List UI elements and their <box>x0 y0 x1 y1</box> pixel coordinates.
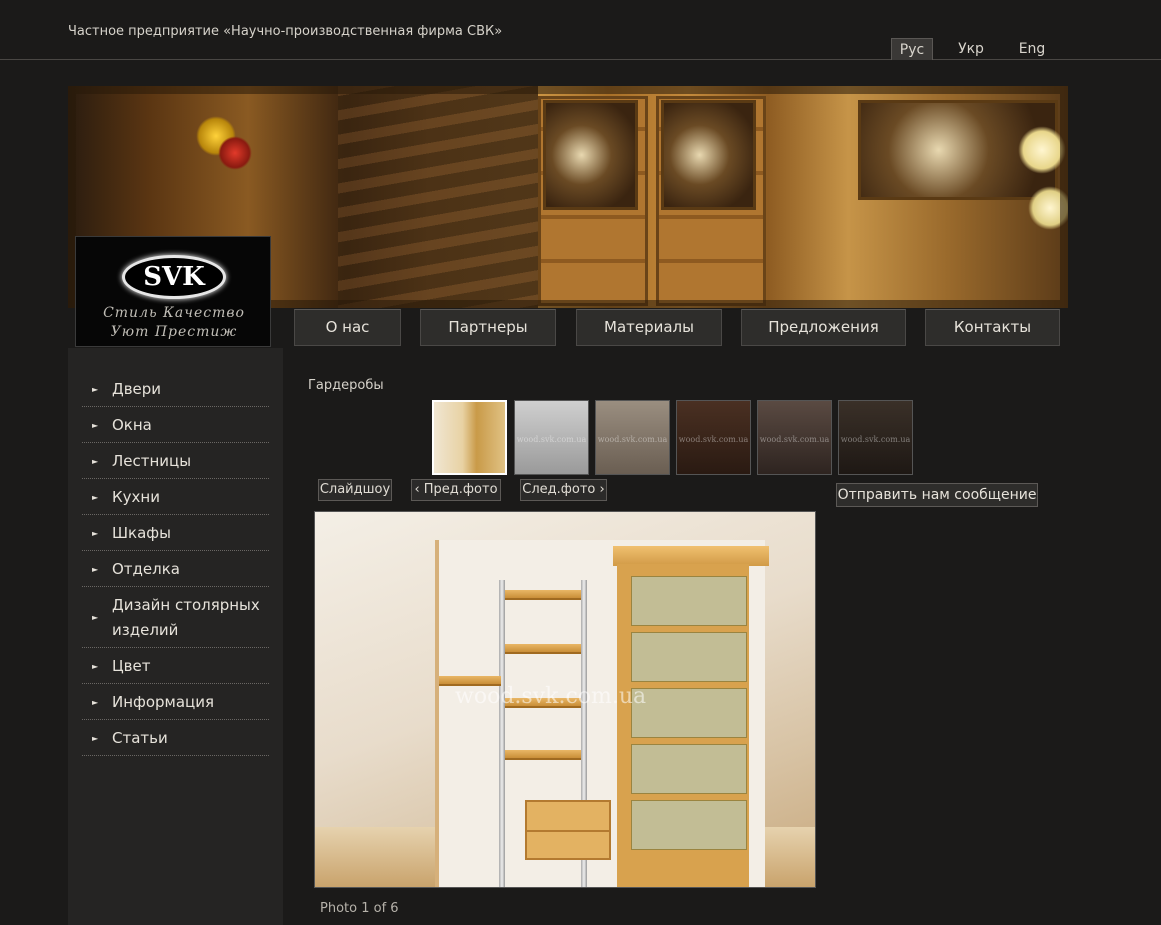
bullet-icon: ► <box>92 421 99 430</box>
photo-shelf <box>505 590 581 600</box>
prev-photo-button[interactable]: ‹ Пред.фото <box>411 479 501 501</box>
thumbnail-1[interactable] <box>432 400 507 475</box>
sidebar-item-label: Шкафы <box>112 524 171 542</box>
photo-counter: Photo 1 of 6 <box>320 901 399 916</box>
thumbnail-watermark: wood.svk.com.ua <box>597 435 668 444</box>
bullet-icon: ► <box>92 457 99 466</box>
bullet-icon: ► <box>92 493 99 502</box>
sidebar-item-label: Статьи <box>112 729 168 747</box>
sidebar-item-information[interactable]: ► Информация <box>82 688 269 720</box>
sidebar-item-color[interactable]: ► Цвет <box>82 652 269 684</box>
sidebar-item-windows[interactable]: ► Окна <box>82 411 269 443</box>
nav-offers[interactable]: Предложения <box>741 309 906 346</box>
sidebar-item-wardrobes[interactable]: ► Шкафы <box>82 519 269 551</box>
photo-door-beam <box>613 546 769 566</box>
slideshow-button[interactable]: Слайдшоу <box>318 479 392 501</box>
sidebar-item-label: Отделка <box>112 560 180 578</box>
send-message-button[interactable]: Отправить нам сообщение <box>836 483 1038 507</box>
thumbnail-watermark: wood.svk.com.ua <box>840 435 911 444</box>
nav-about[interactable]: О нас <box>294 309 401 346</box>
bullet-icon: ► <box>92 385 99 394</box>
lang-uk[interactable]: Укр <box>950 38 992 60</box>
nav-partners[interactable]: Партнеры <box>420 309 556 346</box>
thumbnail-4[interactable]: wood.svk.com.ua <box>676 400 751 475</box>
sidebar-item-stairs[interactable]: ► Лестницы <box>82 447 269 479</box>
thumbnail-3[interactable]: wood.svk.com.ua <box>595 400 670 475</box>
photo-drawers <box>525 800 611 860</box>
photo-rail <box>499 580 505 887</box>
thumbnail-watermark: wood.svk.com.ua <box>759 435 830 444</box>
lang-ru[interactable]: Рус <box>891 38 933 60</box>
sidebar-item-finishing[interactable]: ► Отделка <box>82 555 269 587</box>
thumbnail-2[interactable]: wood.svk.com.ua <box>514 400 589 475</box>
sidebar-item-label: Окна <box>112 416 152 434</box>
bullet-icon: ► <box>92 662 99 671</box>
bullet-icon: ► <box>92 529 99 538</box>
gallery-title: Гардеробы <box>308 378 384 393</box>
logo[interactable]: SVK Стиль Качество Уют Престиж <box>75 236 271 347</box>
logo-tagline-2: Уют Престиж <box>110 324 238 340</box>
company-name: Частное предприятие «Научно-производстве… <box>68 24 503 39</box>
sidebar-item-articles[interactable]: ► Статьи <box>82 724 269 756</box>
logo-mark: SVK <box>122 255 226 299</box>
next-photo-button[interactable]: След.фото › <box>520 479 607 501</box>
logo-tagline-1: Стиль Качество <box>103 305 245 321</box>
photo-watermark: wood.svk.com.ua <box>455 684 647 709</box>
bullet-icon: ► <box>92 734 99 743</box>
sidebar-item-joinery-design[interactable]: ► Дизайн столярных изделий <box>82 591 269 648</box>
sidebar-item-label: Цвет <box>112 657 151 675</box>
thumbnail-watermark: wood.svk.com.ua <box>516 435 587 444</box>
sidebar-item-label: Кухни <box>112 488 160 506</box>
nav-materials[interactable]: Материалы <box>576 309 722 346</box>
lang-en[interactable]: Eng <box>1010 38 1054 60</box>
thumbnail-6[interactable]: wood.svk.com.ua <box>838 400 913 475</box>
sidebar-item-label: Информация <box>112 693 215 711</box>
main-photo[interactable]: wood.svk.com.ua <box>314 511 816 888</box>
top-bar: Частное предприятие «Научно-производстве… <box>0 0 1161 60</box>
photo-shelf <box>505 750 581 760</box>
sidebar-item-label: Двери <box>112 380 162 398</box>
nav-contacts[interactable]: Контакты <box>925 309 1060 346</box>
sidebar-item-label: Дизайн столярных изделий <box>112 596 260 639</box>
photo-sliding-door <box>617 564 749 887</box>
photo-shelf <box>505 644 581 654</box>
thumbnail-5[interactable]: wood.svk.com.ua <box>757 400 832 475</box>
bullet-icon: ► <box>92 698 99 707</box>
bullet-icon: ► <box>92 613 99 622</box>
sidebar-item-label: Лестницы <box>112 452 192 470</box>
bullet-icon: ► <box>92 565 99 574</box>
sidebar-item-doors[interactable]: ► Двери <box>82 375 269 407</box>
sidebar-item-kitchens[interactable]: ► Кухни <box>82 483 269 515</box>
thumbnail-watermark: wood.svk.com.ua <box>678 435 749 444</box>
